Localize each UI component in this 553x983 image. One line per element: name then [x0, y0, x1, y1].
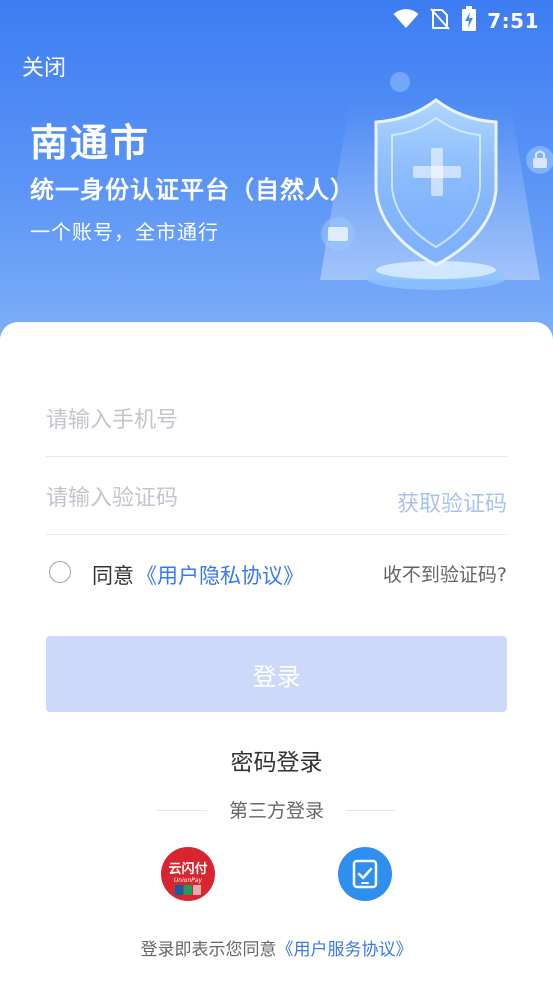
page-subtitle: 统一身份认证平台（自然人）: [30, 176, 355, 204]
service-agreement-link[interactable]: 《用户服务协议》: [277, 940, 413, 960]
no-sim-icon: [429, 7, 451, 35]
unionpay-logo-text: 云闪付: [168, 861, 207, 877]
unionpay-icon: 云闪付 UnionPay: [168, 861, 208, 895]
header-banner: 7:51 关闭 南通市 统一身份认证平台（自然人） 一个账号，全市通行: [0, 0, 553, 340]
footer-agreement: 登录即表示您同意《用户服务协议》: [0, 935, 553, 960]
phone-input[interactable]: [46, 402, 366, 438]
unionpay-login-button[interactable]: 云闪付 UnionPay: [161, 847, 215, 901]
verification-code-input[interactable]: [46, 480, 366, 516]
slogan-text: 一个账号，全市通行: [30, 220, 219, 244]
clock-time: 7:51: [487, 9, 539, 33]
third-party-label: 第三方登录: [228, 800, 324, 822]
password-login-link[interactable]: 密码登录: [0, 743, 553, 777]
agree-label: 同意: [92, 564, 134, 588]
tablet-login-button[interactable]: [338, 847, 392, 901]
privacy-policy-link[interactable]: 《用户隐私协议》: [136, 560, 304, 590]
third-party-divider: 第三方登录: [0, 796, 553, 826]
login-button[interactable]: 登录: [46, 636, 507, 712]
code-field-row: 获取验证码: [46, 456, 507, 535]
unionpay-logo-subtext: UnionPay: [174, 877, 203, 884]
status-icons: 7:51: [393, 6, 539, 36]
no-code-link[interactable]: 收不到验证码?: [383, 560, 507, 587]
get-code-button[interactable]: 获取验证码: [397, 486, 507, 518]
tablet-check-icon: [352, 859, 378, 889]
agreement-row: 同意 《用户隐私协议》 收不到验证码?: [46, 554, 507, 594]
footer-text: 登录即表示您同意: [140, 940, 277, 960]
agree-radio[interactable]: [49, 561, 71, 583]
lock-icon: [526, 146, 553, 174]
id-card-icon: [321, 217, 355, 251]
shield-illustration: [320, 72, 553, 290]
divider-line-right: [346, 810, 396, 811]
wifi-icon: [393, 8, 419, 34]
status-bar: 7:51: [0, 0, 553, 40]
page-title: 南通市: [30, 121, 151, 165]
login-card: 获取验证码 同意 《用户隐私协议》 收不到验证码? 登录 密码登录 第三方登录 …: [0, 322, 553, 983]
phone-field-row: [46, 378, 507, 457]
battery-charging-icon: [461, 6, 477, 36]
close-button[interactable]: 关闭: [22, 50, 66, 82]
